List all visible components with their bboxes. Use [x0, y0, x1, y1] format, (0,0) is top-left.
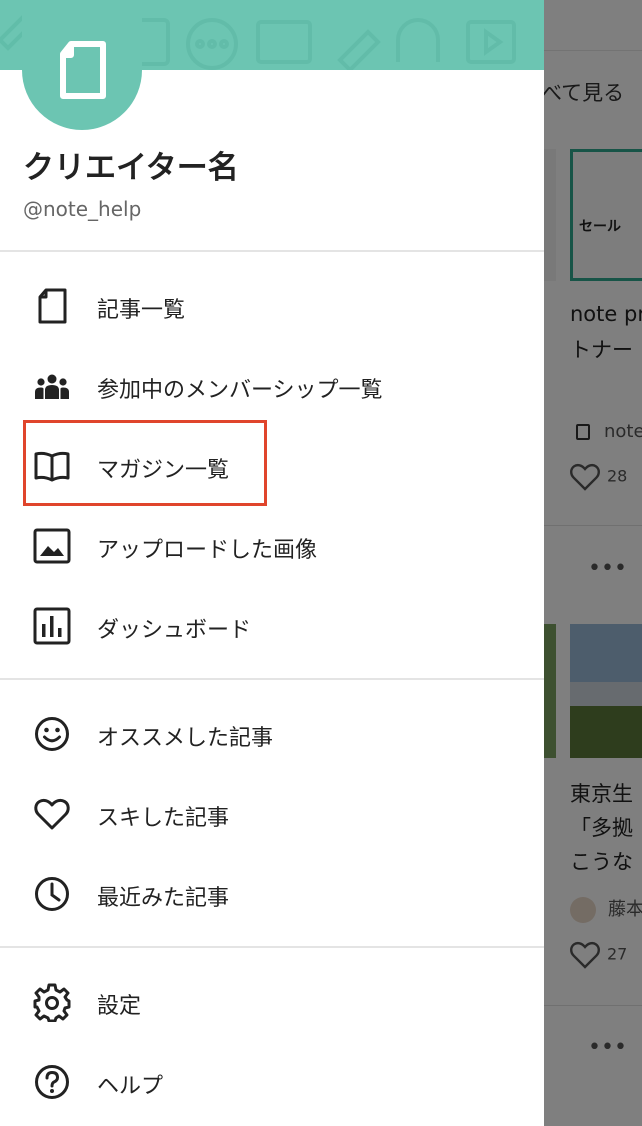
note-icon — [38, 288, 67, 324]
highlight-box — [23, 420, 267, 506]
divider — [0, 946, 544, 948]
navigation-drawer: クリエイター名 @note_help 記事一覧 参加中のメンバーシップ一覧 マガ… — [0, 0, 544, 1126]
menu-item-recommended[interactable]: オススメした記事 — [0, 698, 544, 770]
menu-item-uploaded-images[interactable]: アップロードした画像 — [0, 510, 544, 582]
smile-icon — [35, 717, 69, 751]
creator-handle: @note_help — [23, 197, 142, 221]
menu-item-label: アップロードした画像 — [97, 538, 318, 563]
menu-item-label: オススメした記事 — [97, 726, 274, 751]
menu-item-label: ダッシュボード — [97, 618, 252, 643]
image-icon — [33, 528, 71, 564]
help-icon — [35, 1065, 69, 1099]
note-icon — [60, 41, 106, 99]
menu-item-help[interactable]: ヘルプ — [0, 1046, 544, 1118]
people-icon — [35, 374, 69, 399]
menu-item-label: 記事一覧 — [97, 298, 186, 323]
gear-icon — [33, 983, 71, 1022]
menu-item-settings[interactable]: 設定 — [0, 966, 544, 1038]
menu-item-recently-viewed[interactable]: 最近みた記事 — [0, 858, 544, 930]
menu-item-label: スキした記事 — [97, 806, 230, 831]
menu-item-label: 最近みた記事 — [97, 886, 230, 911]
menu-item-label: 設定 — [97, 994, 142, 1019]
divider — [0, 678, 544, 680]
menu-item-liked[interactable]: スキした記事 — [0, 778, 544, 850]
creator-name[interactable]: クリエイター名 — [23, 142, 239, 187]
menu-item-memberships[interactable]: 参加中のメンバーシップ一覧 — [0, 350, 544, 422]
clock-icon — [35, 877, 69, 911]
heart-icon — [34, 798, 70, 830]
menu-item-dashboard[interactable]: ダッシュボード — [0, 590, 544, 662]
divider — [0, 250, 544, 252]
menu-item-label: 参加中のメンバーシップ一覧 — [97, 378, 383, 403]
menu-item-label: ヘルプ — [97, 1074, 164, 1099]
menu-item-articles[interactable]: 記事一覧 — [0, 270, 544, 342]
chart-icon — [33, 607, 71, 645]
